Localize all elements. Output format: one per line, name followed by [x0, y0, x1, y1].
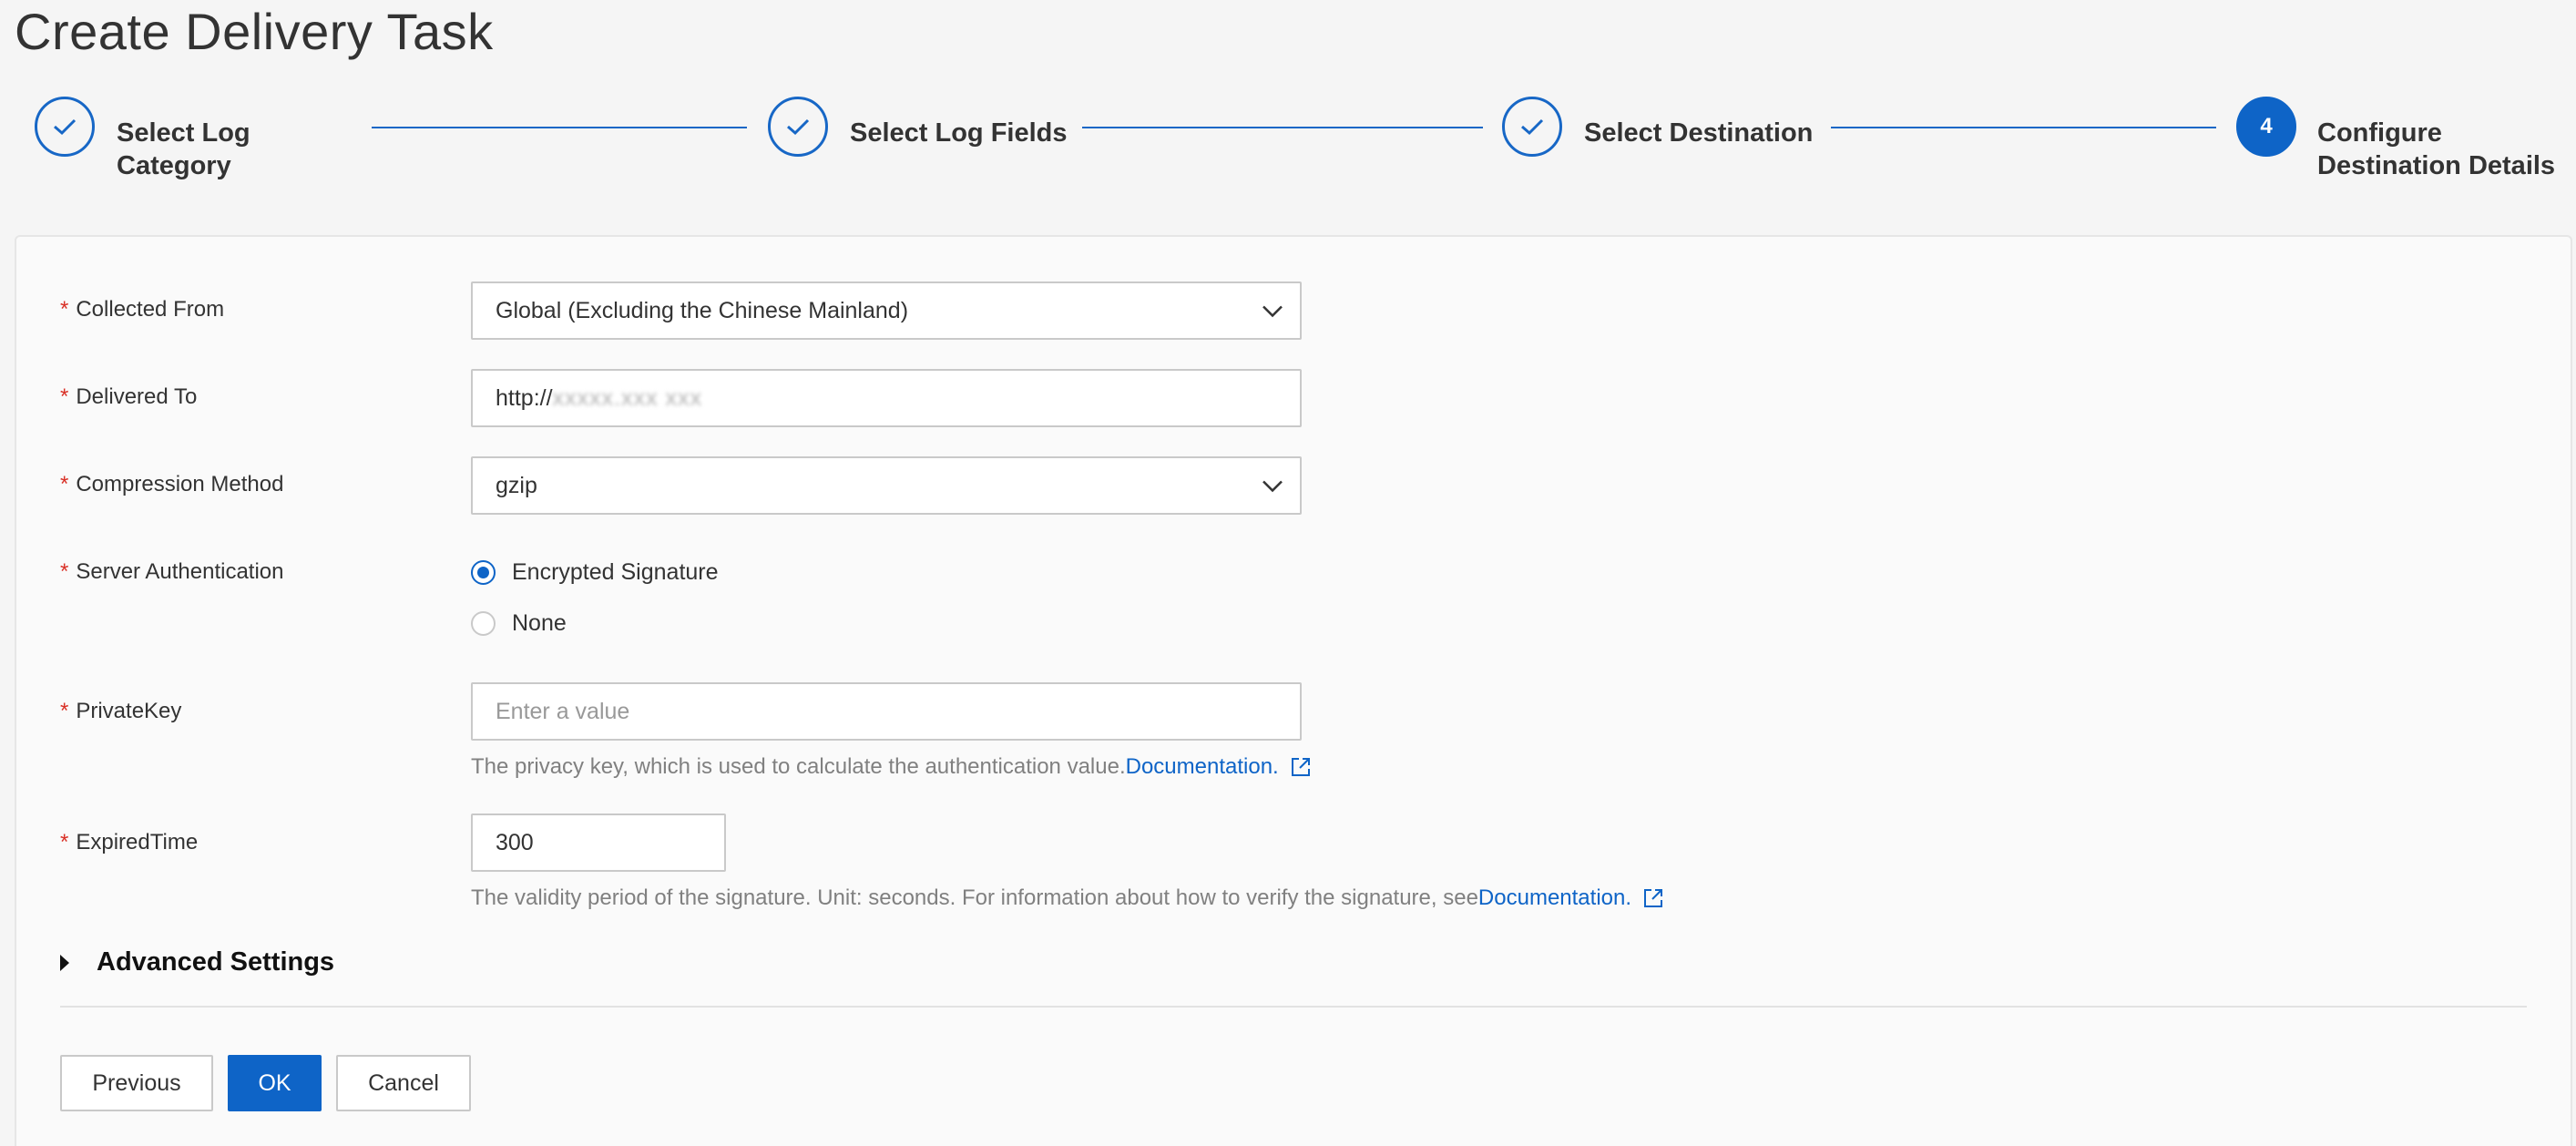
step-connector [372, 127, 747, 128]
documentation-link[interactable]: Documentation. [1478, 885, 1631, 911]
external-link-icon[interactable] [1290, 756, 1312, 778]
step-connector [1831, 127, 2216, 128]
chevron-down-icon [1262, 473, 1283, 499]
advanced-settings-toggle[interactable]: Advanced Settings [60, 947, 334, 977]
step-4-number: 4 [2236, 97, 2296, 157]
server-authentication-label: * Server Authentication [60, 559, 284, 584]
expired-time-label: * ExpiredTime [60, 830, 199, 854]
private-key-help: The privacy key, which is used to calcul… [471, 754, 1312, 780]
step-2-check-icon [768, 97, 828, 157]
step-3-label: Select Destination [1584, 118, 1814, 148]
step-3-check-icon [1502, 97, 1562, 157]
documentation-link[interactable]: Documentation. [1126, 754, 1279, 780]
expired-time-input[interactable]: 300 [471, 813, 726, 872]
redacted-url: xxxxx.xxx xxx [552, 384, 702, 411]
delivered-to-input[interactable]: http:// xxxxx.xxx xxx [471, 369, 1302, 427]
radio-selected-icon [471, 560, 496, 585]
radio-none[interactable]: None [471, 610, 567, 637]
private-key-label: * PrivateKey [60, 699, 182, 723]
external-link-icon[interactable] [1642, 887, 1664, 909]
radio-unselected-icon [471, 611, 496, 636]
collected-from-select[interactable]: Global (Excluding the Chinese Mainland) [471, 281, 1302, 340]
collected-from-label: * Collected From [60, 297, 225, 322]
delivered-to-label: * Delivered To [60, 384, 198, 409]
expired-time-help: The validity period of the signature. Un… [471, 885, 1664, 911]
ok-button[interactable]: OK [228, 1055, 322, 1111]
radio-encrypted-signature[interactable]: Encrypted Signature [471, 559, 719, 586]
step-connector [1082, 127, 1483, 128]
step-2-label: Select Log Fields [850, 118, 1068, 148]
cancel-button[interactable]: Cancel [336, 1055, 471, 1111]
page-title: Create Delivery Task [15, 3, 494, 60]
compression-method-label: * Compression Method [60, 472, 284, 496]
chevron-down-icon [1262, 298, 1283, 324]
divider [60, 1006, 2527, 1008]
private-key-input[interactable]: Enter a value [471, 682, 1302, 741]
previous-button[interactable]: Previous [60, 1055, 213, 1111]
step-1-check-icon [35, 97, 95, 157]
compression-method-select[interactable]: gzip [471, 456, 1302, 515]
step-1-label: Select Log Category [117, 118, 250, 180]
caret-right-icon [60, 954, 69, 971]
step-4-label: Configure Destination Details [2317, 118, 2556, 180]
